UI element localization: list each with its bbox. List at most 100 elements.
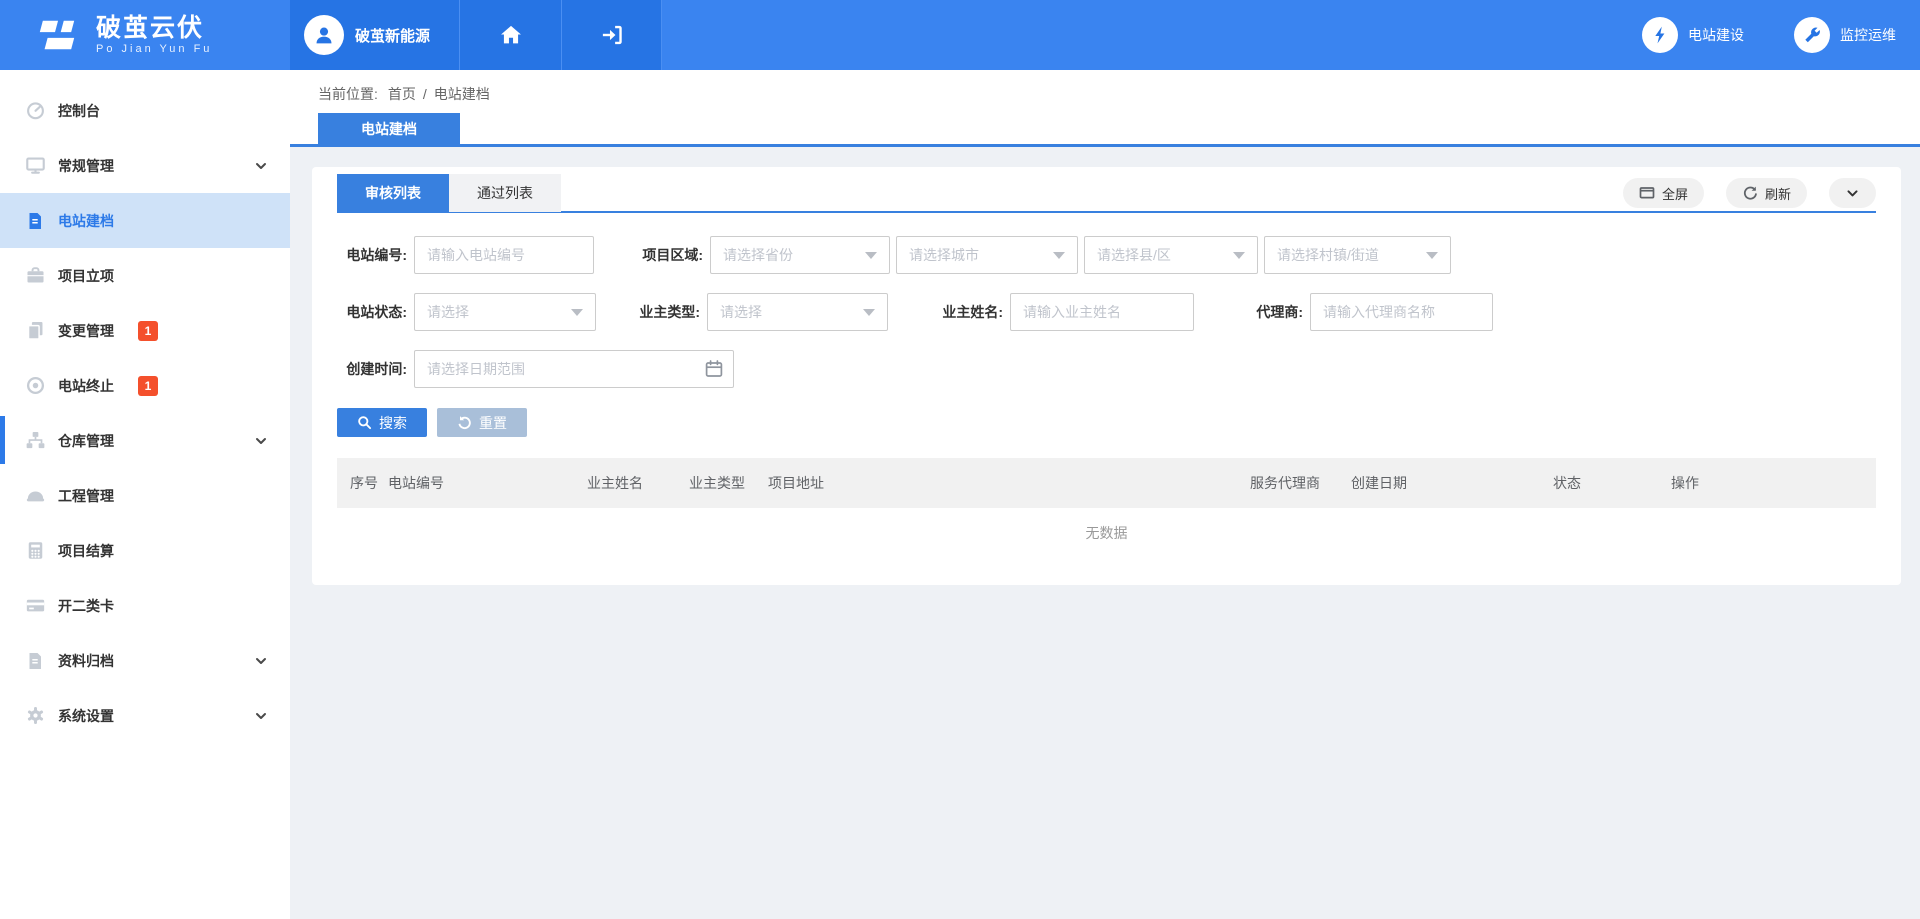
chevron-down-icon <box>254 654 268 668</box>
sidebar-item-project-settlement[interactable]: 项目结算 <box>0 523 290 578</box>
sidebar-item-open-type2-card[interactable]: 开二类卡 <box>0 578 290 633</box>
chevron-down-icon <box>1845 186 1860 201</box>
breadcrumb: 当前位置: 首页 / 电站建档 <box>318 84 490 104</box>
province-select[interactable]: 请选择省份 <box>710 236 890 274</box>
document-icon <box>25 211 45 231</box>
collapse-button[interactable] <box>1829 178 1876 208</box>
target-icon <box>25 376 45 396</box>
tab-passed-list[interactable]: 通过列表 <box>449 174 561 212</box>
town-select[interactable]: 请选择村镇/街道 <box>1264 236 1451 274</box>
refresh-button[interactable]: 刷新 <box>1726 178 1807 208</box>
breadcrumb-strip: 当前位置: 首页 / 电站建档 电站建档 <box>290 70 1920 147</box>
sidebar-item-change-management[interactable]: 变更管理 1 <box>0 303 290 358</box>
breadcrumb-prefix: 当前位置: <box>318 84 378 104</box>
search-icon <box>357 415 372 430</box>
logout-button[interactable] <box>562 0 662 70</box>
owner-type-select[interactable]: 请选择 <box>707 293 888 331</box>
tab-review-list[interactable]: 审核列表 <box>337 174 449 212</box>
owner-type-label: 业主类型: <box>630 302 700 322</box>
brand-logo: 破茧云伏 Po Jian Yun Fu <box>0 0 290 70</box>
region-label: 项目区域: <box>633 245 703 265</box>
refresh-icon <box>1742 185 1758 201</box>
topbar: 破茧云伏 Po Jian Yun Fu 破茧新能源 <box>0 0 1920 70</box>
file-icon <box>25 651 45 671</box>
col-owner-type: 业主类型 <box>689 473 768 493</box>
sign-in-icon <box>600 23 624 47</box>
calculator-icon <box>25 541 45 561</box>
copy-icon <box>25 321 45 341</box>
col-actions: 操作 <box>1671 473 1876 493</box>
col-station-no: 电站编号 <box>388 473 587 493</box>
table-header-row: 序号 电站编号 业主姓名 业主类型 项目地址 服务代理商 创建日期 状态 操作 <box>337 458 1876 508</box>
station-status-select[interactable]: 请选择 <box>414 293 596 331</box>
caret-down-icon <box>1053 252 1065 259</box>
owner-name-input[interactable] <box>1010 293 1194 331</box>
owner-name-label: 业主姓名: <box>933 302 1003 322</box>
breadcrumb-home-link[interactable]: 首页 <box>388 84 416 104</box>
home-icon <box>499 23 523 47</box>
station-termination-badge: 1 <box>138 376 158 396</box>
caret-down-icon <box>1233 252 1245 259</box>
table-empty-state: 无数据 <box>337 508 1876 558</box>
breadcrumb-separator: / <box>423 86 427 102</box>
agent-label: 代理商: <box>1233 302 1303 322</box>
filter-form: 电站编号: 项目区域: 请选择省份 请选择城市 <box>337 236 1876 388</box>
col-index: 序号 <box>350 473 388 493</box>
page-tab-station-filing[interactable]: 电站建档 <box>318 113 460 144</box>
panel-tabbar: 审核列表 通过列表 全屏 刷新 <box>337 175 1876 213</box>
sidebar-item-system-settings[interactable]: 系统设置 <box>0 688 290 743</box>
sidebar-item-data-archiving[interactable]: 资料归档 <box>0 633 290 688</box>
user-avatar-icon <box>304 15 344 55</box>
station-no-input[interactable] <box>414 236 594 274</box>
brand-title: 破茧云伏 <box>96 15 212 41</box>
create-time-label: 创建时间: <box>337 359 407 379</box>
caret-down-icon <box>863 309 875 316</box>
wrench-icon <box>1794 17 1830 53</box>
chevron-down-icon <box>254 434 268 448</box>
brand-subtitle: Po Jian Yun Fu <box>96 43 212 55</box>
sidebar-item-general-management[interactable]: 常规管理 <box>0 138 290 193</box>
sidebar-item-warehouse-management[interactable]: 仓库管理 <box>0 413 290 468</box>
station-no-label: 电站编号: <box>337 245 407 265</box>
credit-card-icon <box>25 596 45 616</box>
briefcase-icon <box>25 266 45 286</box>
col-status: 状态 <box>1553 473 1671 493</box>
home-button[interactable] <box>460 0 562 70</box>
nav-station-build[interactable]: 电站建设 <box>1642 17 1744 53</box>
station-status-label: 电站状态: <box>337 302 407 322</box>
sidebar-item-station-termination[interactable]: 电站终止 1 <box>0 358 290 413</box>
city-select[interactable]: 请选择城市 <box>896 236 1078 274</box>
county-select[interactable]: 请选择县/区 <box>1084 236 1258 274</box>
nav-monitor-ops[interactable]: 监控运维 <box>1794 17 1896 53</box>
results-table: 序号 电站编号 业主姓名 业主类型 项目地址 服务代理商 创建日期 状态 操作 … <box>337 458 1876 558</box>
col-owner-name: 业主姓名 <box>587 473 689 493</box>
nav-monitor-ops-label: 监控运维 <box>1840 25 1896 45</box>
sidebar-item-project-initiation[interactable]: 项目立项 <box>0 248 290 303</box>
col-project-address: 项目地址 <box>768 473 1250 493</box>
gear-icon <box>25 706 45 726</box>
main-content: 审核列表 通过列表 全屏 刷新 <box>290 150 1920 919</box>
sidebar-item-dashboard[interactable]: 控制台 <box>0 83 290 138</box>
caret-down-icon <box>1426 252 1438 259</box>
helmet-icon <box>25 486 45 506</box>
reset-icon <box>457 415 472 430</box>
fullscreen-button[interactable]: 全屏 <box>1623 178 1704 208</box>
topbar-user-cell[interactable]: 破茧新能源 <box>290 0 460 70</box>
chevron-down-icon <box>254 159 268 173</box>
caret-down-icon <box>571 309 583 316</box>
sitemap-icon <box>25 431 45 451</box>
reset-button[interactable]: 重置 <box>437 408 527 437</box>
company-name: 破茧新能源 <box>355 25 430 46</box>
monitor-icon <box>25 156 45 176</box>
lightning-icon <box>1642 17 1678 53</box>
sidebar: 控制台 常规管理 电站建档 项目立项 变更管理 1 电站终止 1 <box>0 70 290 919</box>
date-range-input[interactable] <box>414 350 734 388</box>
sidebar-item-engineering-management[interactable]: 工程管理 <box>0 468 290 523</box>
brand-logo-icon <box>36 16 82 54</box>
sidebar-item-station-filing[interactable]: 电站建档 <box>0 193 290 248</box>
nav-station-build-label: 电站建设 <box>1688 25 1744 45</box>
change-management-badge: 1 <box>138 321 158 341</box>
search-button[interactable]: 搜索 <box>337 408 427 437</box>
dashboard-icon <box>25 101 45 121</box>
agent-input[interactable] <box>1310 293 1493 331</box>
